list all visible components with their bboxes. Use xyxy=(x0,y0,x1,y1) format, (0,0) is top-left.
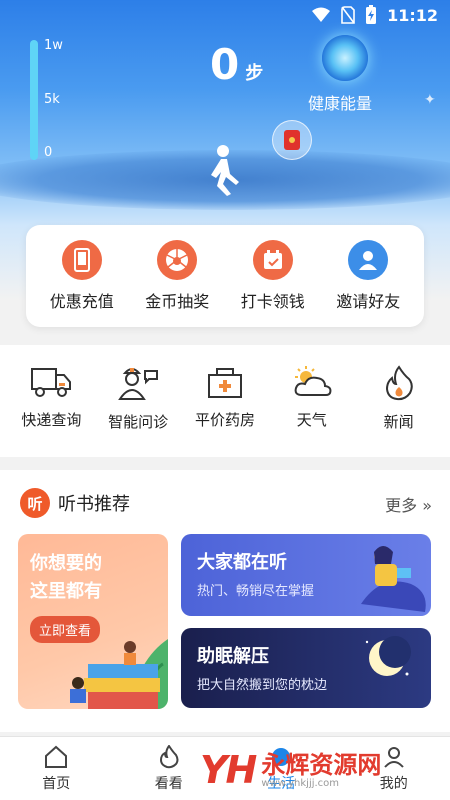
audiobook-header: 听 听书推荐 xyxy=(20,488,130,518)
sparkle-icon: ✦ xyxy=(424,92,436,108)
card-subtitle: 把大自然搬到您的枕边 xyxy=(197,678,328,693)
gauge-label-min: 0 xyxy=(44,145,53,160)
gauge-label-max: 1w xyxy=(44,38,63,53)
doctor-icon xyxy=(118,368,159,400)
nav-label: 我的 xyxy=(379,776,408,792)
lottery-wheel-icon xyxy=(157,240,198,280)
status-time: 11:12 xyxy=(387,5,438,25)
quick-action-label: 打卡领钱 xyxy=(240,292,305,311)
service-label: 智能问诊 xyxy=(108,413,169,431)
status-bar: 11:12 xyxy=(0,0,450,30)
service-label: 平价药房 xyxy=(194,411,255,429)
quick-action-checkin[interactable]: 打卡领钱 xyxy=(228,240,318,312)
more-link[interactable]: 更多 » xyxy=(385,492,432,516)
promo-card-title: 你想要的 这里都有 xyxy=(30,553,102,602)
watermark: YH 永辉资源网 www.yhkjjj.com xyxy=(200,748,381,792)
card-title: 大家都在听 xyxy=(197,552,287,573)
step-count: 0 xyxy=(210,40,240,89)
flame-icon xyxy=(159,745,179,769)
red-packet-button[interactable] xyxy=(272,120,312,160)
audiobook-logo-icon: 听 xyxy=(20,488,50,518)
service-express[interactable]: 快递查询 xyxy=(9,345,93,457)
reading-illustration xyxy=(70,639,168,709)
user-icon xyxy=(348,240,389,280)
popular-audio-card[interactable]: 大家都在听 热门、畅销尽在掌握 xyxy=(181,534,431,616)
calendar-check-icon xyxy=(252,240,293,280)
sleep-audio-card[interactable]: 助眠解压 把大自然搬到您的枕边 xyxy=(181,628,431,708)
walking-person-icon xyxy=(211,145,239,196)
medicine-box-icon xyxy=(207,368,242,398)
no-sim-icon xyxy=(341,6,355,24)
service-weather[interactable]: 天气 xyxy=(270,345,354,457)
section-title: 听书推荐 xyxy=(58,494,130,515)
red-packet-icon xyxy=(284,130,300,150)
phone-icon xyxy=(61,240,102,280)
more-label: 更多 xyxy=(385,496,418,515)
energy-label: 健康能量 xyxy=(308,94,373,113)
wifi-icon xyxy=(312,7,331,22)
service-label: 新闻 xyxy=(383,413,414,431)
quick-action-invite[interactable]: 邀请好友 xyxy=(323,240,413,312)
battery-charging-icon xyxy=(366,5,377,24)
quick-action-label: 优惠充值 xyxy=(49,292,114,311)
step-counter: 0 步 xyxy=(210,40,263,89)
card-subtitle: 热门、畅销尽在掌握 xyxy=(197,584,315,599)
home-icon xyxy=(45,745,68,768)
service-pharmacy[interactable]: 平价药房 xyxy=(183,345,267,457)
quick-action-label: 邀请好友 xyxy=(336,292,401,311)
nav-home[interactable]: 首页 xyxy=(0,737,113,800)
truck-icon xyxy=(31,368,72,397)
nav-label: 看看 xyxy=(154,776,183,792)
service-label: 快递查询 xyxy=(21,411,82,429)
audiobook-section: 听 听书推荐 更多 » 你想要的 这里都有 立即查看 大家都在听 热门、畅销尽在… xyxy=(0,470,450,732)
nav-label: 首页 xyxy=(42,776,71,792)
service-news[interactable]: 新闻 xyxy=(357,345,441,457)
watermark-logo: YH xyxy=(200,748,257,792)
gauge-label-mid: 5k xyxy=(44,92,60,107)
service-consult[interactable]: 智能问诊 xyxy=(96,345,180,457)
quick-action-lottery[interactable]: 金币抽奖 xyxy=(132,240,222,312)
moon-icon xyxy=(365,636,411,676)
card-title: 助眠解压 xyxy=(197,646,269,667)
double-chevron-right-icon: » xyxy=(417,496,432,515)
profile-icon xyxy=(384,747,404,768)
flame-icon xyxy=(385,365,413,401)
step-unit: 步 xyxy=(245,63,264,84)
step-gauge-bar xyxy=(30,40,38,160)
watermark-title: 永辉资源网 xyxy=(261,750,382,779)
quick-action-recharge[interactable]: 优惠充值 xyxy=(37,240,127,312)
energy-orb-icon[interactable] xyxy=(322,35,368,81)
promo-card-main[interactable]: 你想要的 这里都有 立即查看 xyxy=(18,534,168,709)
service-label: 天气 xyxy=(296,411,327,429)
watermark-url: www.yhkjjj.com xyxy=(261,777,340,789)
weather-icon xyxy=(294,366,332,396)
listener-illustration xyxy=(361,546,426,612)
quick-action-label: 金币抽奖 xyxy=(145,292,210,311)
quick-actions-card: 优惠充值 金币抽奖 打卡领钱 邀请好友 xyxy=(26,225,424,327)
services-row: 快递查询 智能问诊 平价药房 天气 新闻 xyxy=(0,345,450,457)
